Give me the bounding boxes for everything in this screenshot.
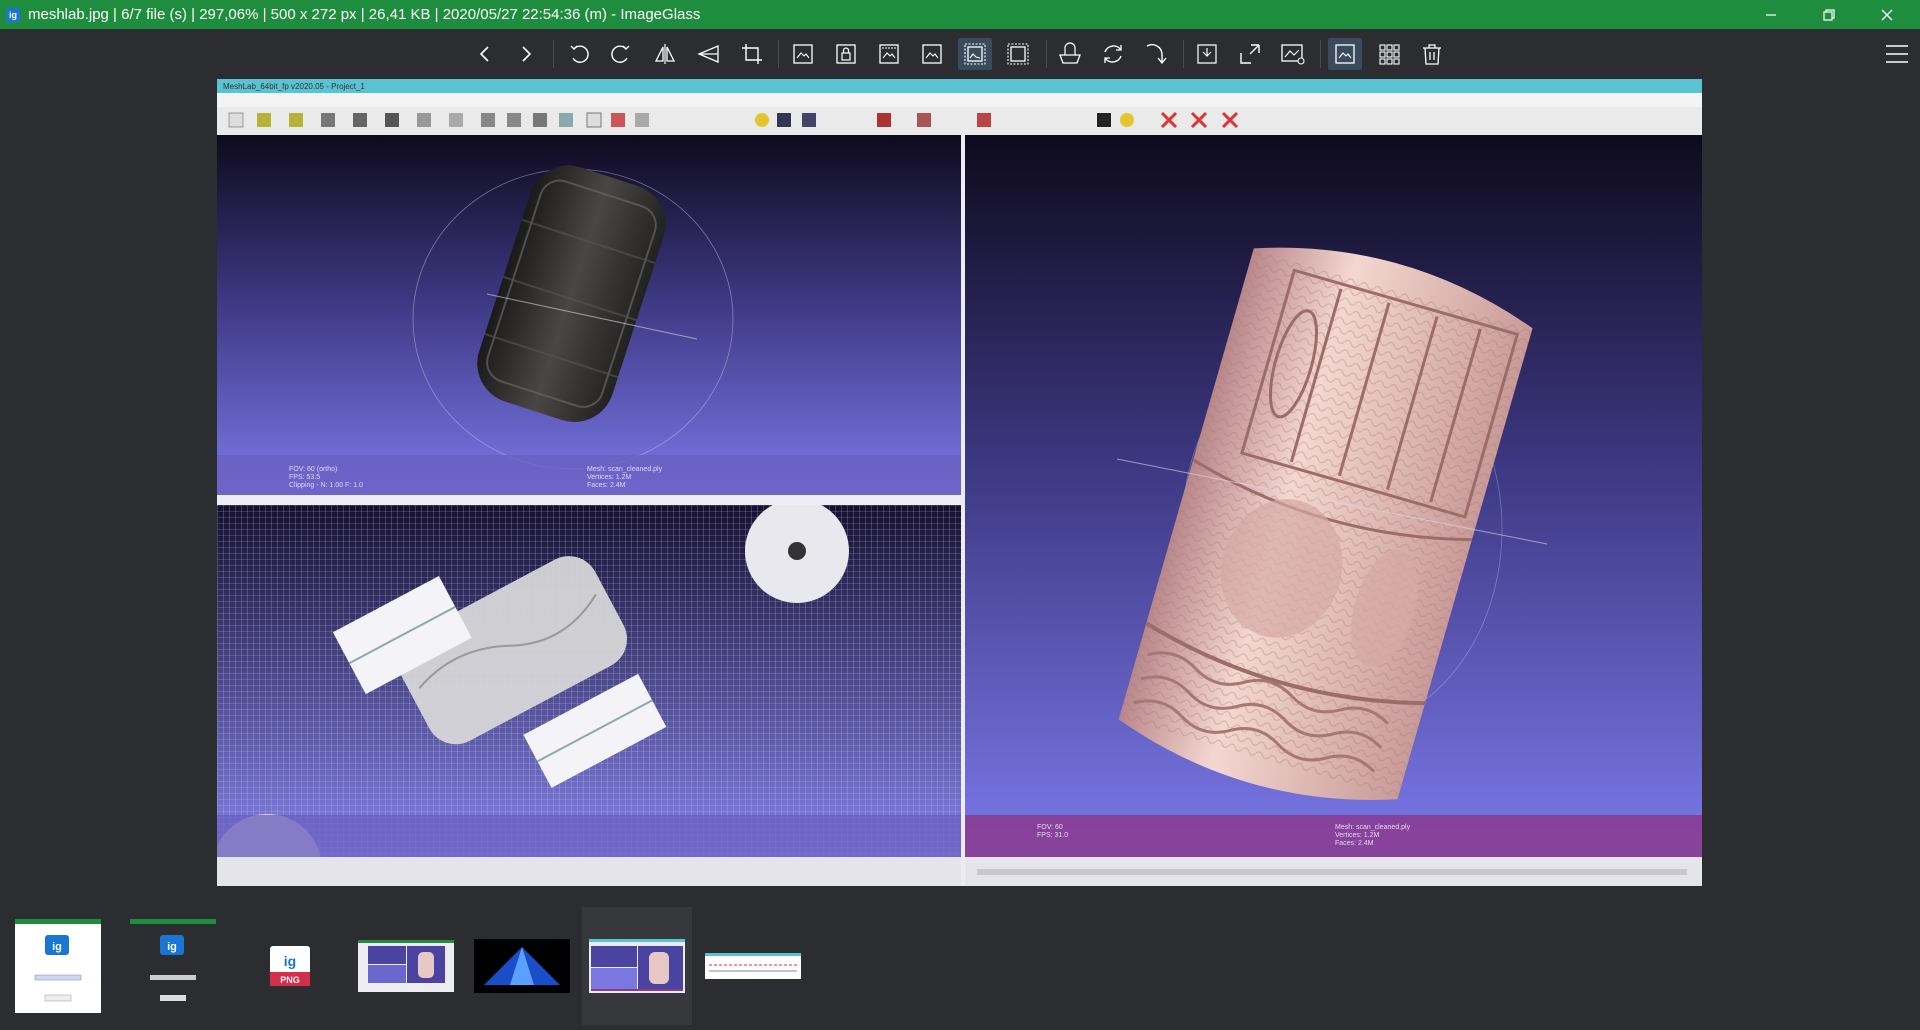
viewport-right: FOV: 60 FPS: 31.0 Mesh: scan_cleaned.ply… bbox=[965, 135, 1702, 886]
slideshow-icon bbox=[1059, 42, 1081, 64]
window-fit-button[interactable] bbox=[1190, 38, 1224, 70]
minimize-button[interactable] bbox=[1742, 0, 1800, 29]
crop-button[interactable] bbox=[735, 38, 769, 70]
flip-horizontal-button[interactable] bbox=[648, 38, 682, 70]
fullscreen-icon bbox=[1240, 44, 1260, 64]
thumb-3-label: ig bbox=[284, 953, 296, 969]
viewport-tl-mesh-1: Mesh: scan_cleaned.ply bbox=[587, 466, 663, 473]
refresh-button[interactable] bbox=[1096, 38, 1130, 70]
thumb-7-image bbox=[705, 953, 801, 979]
auto-zoom-icon bbox=[793, 44, 813, 64]
toolbar-separator bbox=[1046, 40, 1047, 68]
viewport-tl-mesh-2: Vertices: 1.2M bbox=[587, 474, 632, 481]
minimize-icon bbox=[1766, 13, 1776, 16]
thumb-2-image: ig bbox=[130, 919, 216, 1013]
chevron-left-icon bbox=[479, 46, 489, 62]
thumb-3[interactable]: ig PNG bbox=[235, 907, 345, 1025]
flip-vertical-icon bbox=[697, 45, 719, 63]
frameless-button[interactable] bbox=[1276, 38, 1310, 70]
viewport-r-mesh-1: Mesh: scan_cleaned.ply bbox=[1335, 824, 1411, 831]
viewport-tl-info-1: FOV: 60 (ortho) bbox=[289, 466, 337, 473]
lock-zoom-icon bbox=[836, 44, 856, 64]
viewport-tl-info-2: FPS: 53.5 bbox=[289, 474, 320, 481]
thumb-4[interactable] bbox=[351, 907, 461, 1025]
main-menu-button[interactable] bbox=[1880, 38, 1914, 70]
viewport-tl-info-3: Clipping - N: 1.00 F: 1.0 bbox=[289, 482, 363, 489]
window-title: meshlab.jpg | 6/7 file (s) | 297,06% | 5… bbox=[28, 6, 701, 23]
toolbar-separator bbox=[778, 40, 779, 68]
app-icon: ig bbox=[6, 7, 20, 22]
crop-icon bbox=[742, 44, 762, 64]
thumb-6-image bbox=[589, 939, 685, 993]
close-button[interactable] bbox=[1858, 0, 1916, 29]
next-image-button[interactable] bbox=[509, 38, 543, 70]
thumb-1-label: ig bbox=[52, 941, 62, 953]
rotate-left-button[interactable] bbox=[562, 38, 596, 70]
viewport-tl-mesh-3: Faces: 2.4M bbox=[587, 482, 626, 489]
image-viewer[interactable]: MeshLab_64bit_fp v2020.05 - Project_1 FO… bbox=[217, 79, 1702, 886]
thumb-5[interactable] bbox=[467, 907, 577, 1025]
slideshow-button[interactable] bbox=[1053, 38, 1087, 70]
meshlab-titlebar bbox=[217, 79, 1702, 93]
trash-icon bbox=[1423, 44, 1441, 65]
thumb-2-label: ig bbox=[167, 941, 177, 953]
meshlab-toolbar bbox=[217, 107, 1702, 135]
thumb-7[interactable] bbox=[698, 907, 808, 1025]
viewport-bottom-left bbox=[217, 499, 961, 886]
thumb-2[interactable]: ig bbox=[118, 907, 228, 1025]
thumb-3-image: ig PNG bbox=[270, 946, 310, 986]
thumb-1-image: ig bbox=[15, 919, 101, 1013]
rotate-ccw-icon bbox=[570, 45, 589, 63]
chevron-right-icon bbox=[522, 46, 532, 62]
auto-zoom-button[interactable] bbox=[786, 38, 820, 70]
goto-icon bbox=[1146, 43, 1167, 65]
scale-height-icon bbox=[922, 44, 942, 64]
gallery-button[interactable] bbox=[1372, 38, 1406, 70]
viewport-r-info-2: FPS: 31.0 bbox=[1037, 832, 1068, 839]
meshlab-menubar bbox=[217, 93, 1702, 107]
scale-to-fit-button[interactable] bbox=[958, 38, 992, 70]
scale-width-icon bbox=[879, 44, 899, 64]
flip-horizontal-icon bbox=[654, 44, 676, 64]
grid-icon bbox=[1379, 44, 1400, 65]
fullscreen-button[interactable] bbox=[1233, 38, 1267, 70]
restore-icon bbox=[1823, 8, 1835, 21]
restore-button[interactable] bbox=[1800, 0, 1858, 29]
rotate-cw-icon bbox=[611, 45, 630, 63]
thumb-5-image bbox=[474, 939, 570, 993]
delete-button[interactable] bbox=[1415, 38, 1449, 70]
viewport-r-mesh-3: Faces: 2.4M bbox=[1335, 840, 1374, 847]
scale-to-width-button[interactable] bbox=[872, 38, 906, 70]
refresh-icon bbox=[1104, 45, 1122, 63]
window-fit-icon bbox=[1197, 44, 1217, 64]
meshlab-title: MeshLab_64bit_fp v2020.05 - Project_1 bbox=[223, 82, 365, 91]
previous-image-button[interactable] bbox=[468, 38, 502, 70]
displayed-image: MeshLab_64bit_fp v2020.05 - Project_1 FO… bbox=[217, 79, 1702, 886]
flip-vertical-button[interactable] bbox=[691, 38, 725, 70]
toolbar-separator bbox=[553, 40, 554, 68]
thumb-4-image bbox=[358, 940, 454, 992]
title-bar: ig meshlab.jpg | 6/7 file (s) | 297,06% … bbox=[0, 0, 1920, 29]
lock-zoom-button[interactable] bbox=[829, 38, 863, 70]
hamburger-menu-icon bbox=[1886, 45, 1908, 63]
toolbar-separator bbox=[1183, 40, 1184, 68]
frameless-icon bbox=[1281, 44, 1305, 65]
close-icon bbox=[1881, 9, 1893, 20]
toolbar-separator bbox=[1320, 40, 1321, 68]
scale-to-height-button[interactable] bbox=[915, 38, 949, 70]
thumb-3-badge: PNG bbox=[280, 975, 300, 985]
scale-fit-icon bbox=[964, 43, 986, 65]
scale-fill-icon bbox=[1007, 43, 1029, 65]
goto-image-button[interactable] bbox=[1139, 38, 1173, 70]
thumbnail-bar-button[interactable] bbox=[1328, 38, 1362, 70]
thumbnail-bar-icon bbox=[1335, 44, 1355, 64]
rotate-right-button[interactable] bbox=[604, 38, 638, 70]
viewport-r-mesh-2: Vertices: 1.2M bbox=[1335, 832, 1380, 839]
scale-to-fill-button[interactable] bbox=[1001, 38, 1035, 70]
viewport-r-info-1: FOV: 60 bbox=[1037, 824, 1063, 831]
thumb-6[interactable] bbox=[582, 907, 692, 1025]
viewport-top-left: FOV: 60 (ortho) FPS: 53.5 Clipping - N: … bbox=[217, 135, 961, 495]
thumb-1[interactable]: ig bbox=[3, 907, 113, 1025]
